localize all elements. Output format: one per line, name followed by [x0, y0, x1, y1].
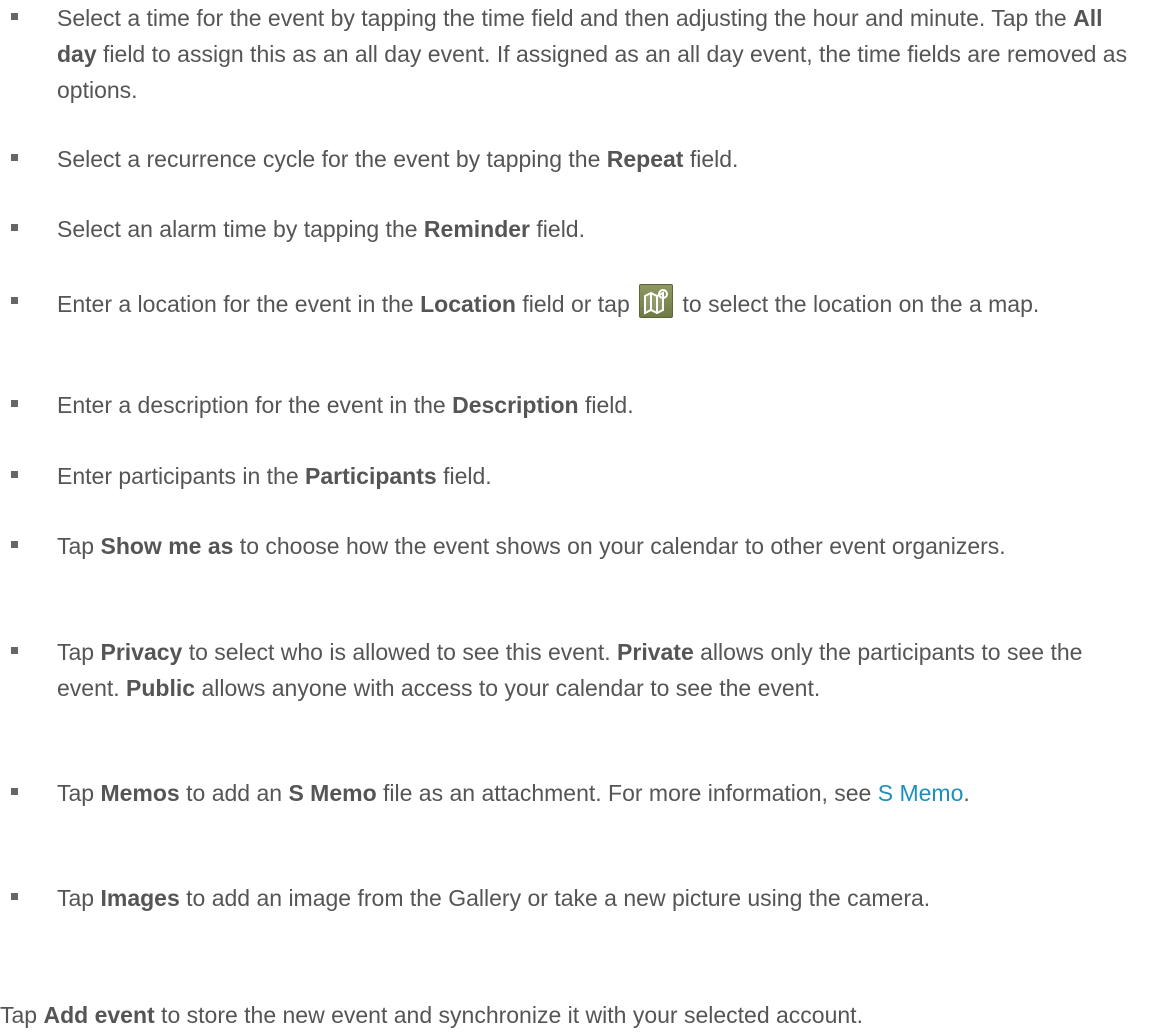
- list-item: Enter a location for the event in the Lo…: [11, 284, 1137, 322]
- bold-term: Images: [100, 885, 180, 911]
- bullet-icon: [11, 297, 18, 304]
- bold-term: Description: [452, 392, 579, 418]
- text-run: field.: [530, 216, 585, 242]
- bullet-icon: [11, 13, 18, 20]
- bold-term: S Memo: [288, 780, 377, 806]
- text-run: Enter a location for the event in the: [57, 291, 421, 317]
- bullet-icon: [11, 893, 18, 900]
- text-run: to choose how the event shows on your ca…: [233, 533, 1006, 559]
- text-run: to add an: [179, 780, 289, 806]
- bold-term: Location: [420, 291, 516, 317]
- list-item: Enter a description for the event in the…: [11, 387, 1137, 423]
- list-item: Select a recurrence cycle for the event …: [11, 141, 1137, 177]
- text-run: Tap: [57, 533, 101, 559]
- text-run: Select a time for the event by tapping t…: [57, 5, 1074, 31]
- text-run: Enter a description for the event in the: [57, 392, 453, 418]
- bullet-icon: [11, 647, 18, 654]
- text-run: field.: [578, 392, 634, 418]
- bold-term: Private: [617, 639, 694, 665]
- bold-term: Participants: [305, 463, 437, 489]
- text-run: Tap: [0, 1002, 44, 1028]
- text-run: Enter participants in the: [57, 463, 306, 489]
- text-run: allows anyone with access to your calend…: [195, 675, 821, 701]
- text-run: to select who is allowed to see this eve…: [182, 639, 618, 665]
- list-item: Tap Show me as to choose how the event s…: [11, 528, 1137, 564]
- bold-term: Reminder: [423, 216, 531, 242]
- bullet-icon: [11, 224, 18, 231]
- bold-term: Repeat: [606, 146, 684, 172]
- bullet-icon: [11, 400, 18, 407]
- text-run: to store the new event and synchronize i…: [154, 1002, 863, 1028]
- bold-term: Privacy: [100, 639, 183, 665]
- text-run: field.: [683, 146, 739, 172]
- text-run: Tap: [57, 639, 101, 665]
- text-run: to select the location on the a map.: [676, 291, 1040, 317]
- text-run: field to assign this as an all day event…: [57, 41, 1128, 103]
- footer-paragraph: Tap Add event to store the new event and…: [0, 997, 1149, 1033]
- bullet-icon: [11, 154, 18, 161]
- list-item: Enter participants in the Participants f…: [11, 458, 1137, 494]
- text-run: Select an alarm time by tapping the: [57, 216, 424, 242]
- bold-term: Memos: [100, 780, 180, 806]
- bold-term: Show me as: [100, 533, 234, 559]
- bullet-icon: [11, 541, 18, 548]
- text-run: to add an image from the Gallery or take…: [179, 885, 931, 911]
- text-run: Tap: [57, 780, 101, 806]
- link-s-memo[interactable]: S Memo: [878, 780, 964, 806]
- text-run: Select a recurrence cycle for the event …: [57, 146, 607, 172]
- bold-term: Public: [126, 675, 196, 701]
- text-run: field.: [436, 463, 492, 489]
- list-item: Select a time for the event by tapping t…: [11, 0, 1137, 108]
- text-run: .: [963, 780, 970, 806]
- bold-term: Add event: [43, 1002, 155, 1028]
- text-run: Tap: [57, 885, 101, 911]
- text-run: file as an attachment. For more informat…: [376, 780, 878, 806]
- bullet-icon: [11, 788, 18, 795]
- list-item: Tap Privacy to select who is allowed to …: [11, 634, 1137, 706]
- bullet-icon: [11, 471, 18, 478]
- list-item: Select an alarm time by tapping the Remi…: [11, 211, 1137, 247]
- list-item: Tap Images to add an image from the Gall…: [11, 880, 1137, 916]
- list-item: Tap Memos to add an S Memo file as an at…: [11, 775, 1137, 811]
- map-pin-icon[interactable]: [639, 284, 674, 318]
- text-run: field or tap: [515, 291, 637, 317]
